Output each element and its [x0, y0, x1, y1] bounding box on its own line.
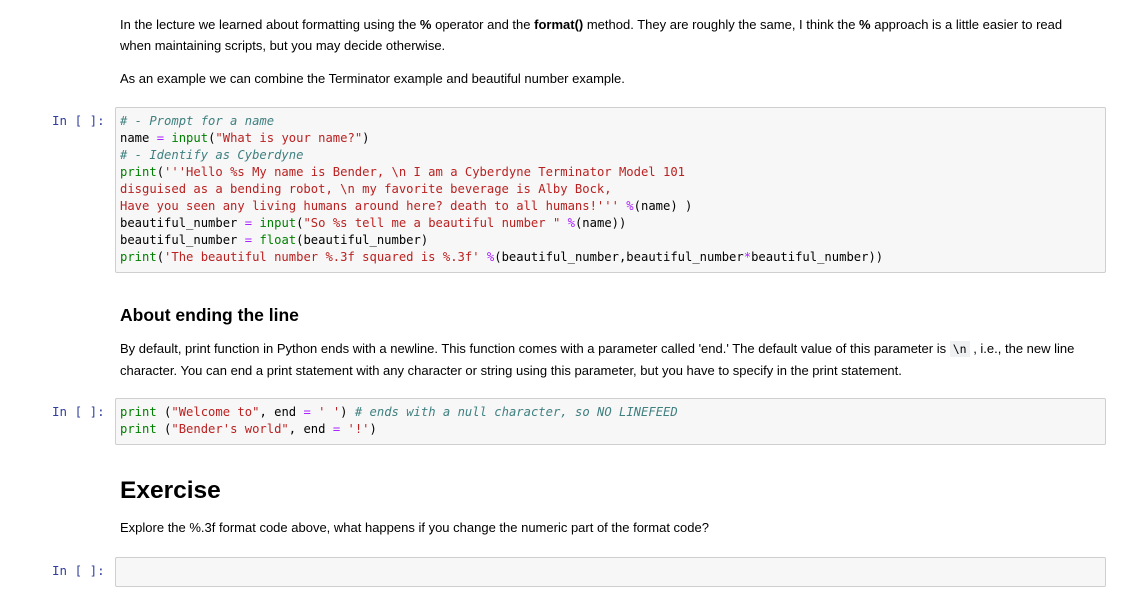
- cell-prompt-2: In [ ]:: [52, 404, 105, 419]
- intro-paragraph-2: As an example we can combine the Termina…: [120, 71, 625, 86]
- section-heading-exercise: Exercise: [120, 477, 221, 504]
- code-cell-1-source[interactable]: # - Prompt for a name name = input("What…: [116, 108, 1105, 271]
- intro-markdown: In the lecture we learned about formatti…: [120, 14, 1080, 56]
- newline-code: \n: [949, 341, 970, 357]
- code-cell-1[interactable]: # - Prompt for a name name = input("What…: [115, 107, 1106, 273]
- exercise-paragraph: Explore the %.3f format code above, what…: [120, 520, 709, 535]
- ending-line-paragraph: By default, print function in Python end…: [120, 341, 1075, 378]
- section-heading-ending-line: About ending the line: [120, 305, 299, 325]
- code-cell-2[interactable]: print ("Welcome to", end = ' ') # ends w…: [115, 398, 1106, 445]
- code-cell-3-empty[interactable]: [115, 557, 1106, 587]
- code-cell-2-source[interactable]: print ("Welcome to", end = ' ') # ends w…: [116, 399, 1105, 443]
- intro-paragraph-1: In the lecture we learned about formatti…: [120, 17, 1063, 53]
- cell-prompt-1: In [ ]:: [52, 113, 105, 128]
- cell-prompt-3: In [ ]:: [52, 563, 105, 578]
